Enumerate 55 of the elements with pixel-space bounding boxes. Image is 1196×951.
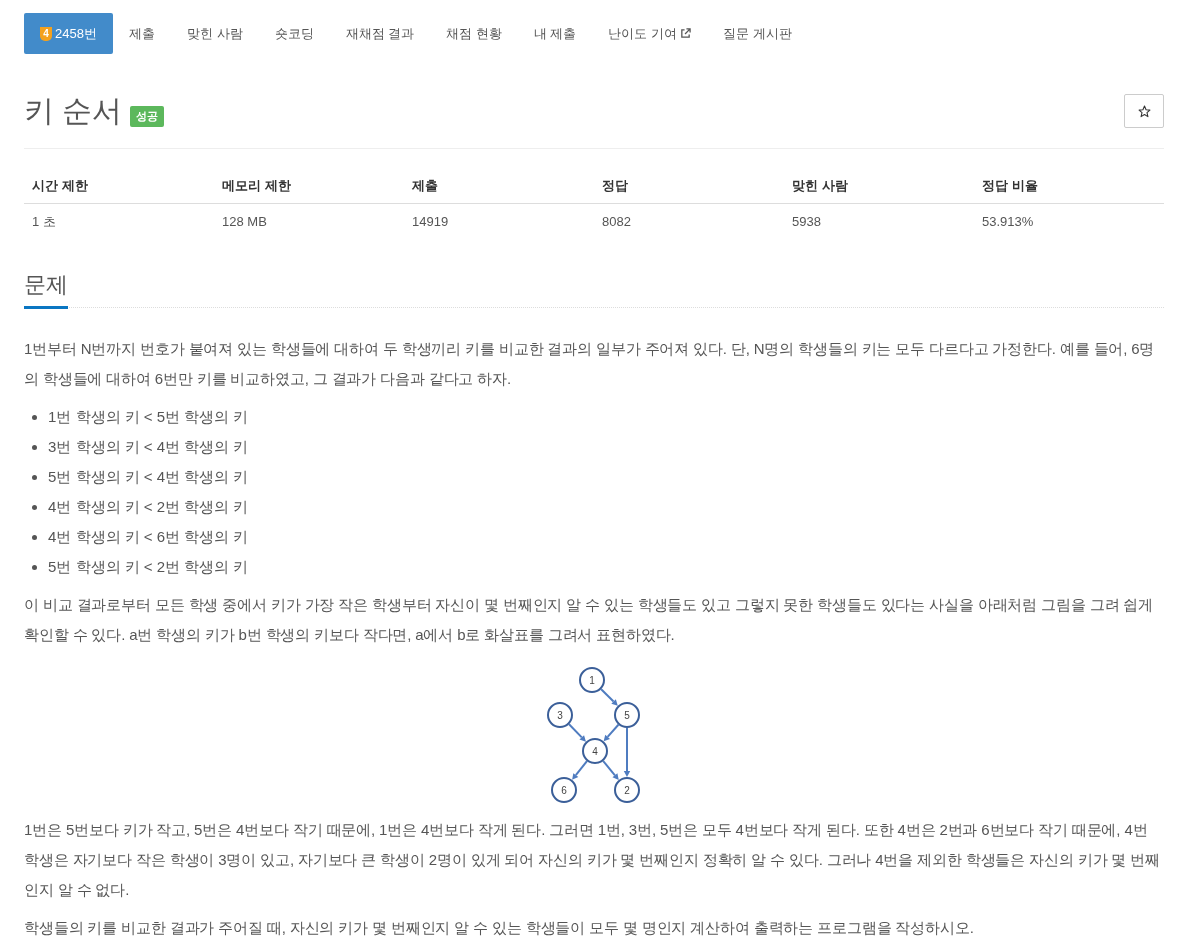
nav-tab[interactable]: 질문 게시판 (707, 13, 808, 54)
nav-tab[interactable]: 난이도 기여 (592, 13, 708, 54)
problem-paragraph: 이 비교 결과로부터 모든 학생 중에서 키가 가장 작은 학생부터 자신이 몇 번째인지 알 수 있는 학생들도 있고 그렇지 못한 학생들도 있다는 사실을 아래처럼 그림을 그려 쉽게 확인할 수 있다. a번 학생의 키가 b번 학생의 키보다 작다면, a에서 b로 화살표를 그려서 표현하였다. (24, 595, 1155, 645)
tier-badge: 4 (40, 26, 52, 41)
problem-title: 키 순서 (24, 93, 123, 129)
status-badge: 성공 (130, 106, 165, 127)
list-item: 5번 학생의 키 < 4번 학생의 키 (48, 466, 249, 487)
star-button[interactable] (1124, 94, 1164, 128)
bullet-icon (32, 474, 37, 480)
graph-node: 4 (582, 738, 608, 764)
graph-node: 3 (547, 702, 573, 728)
bullet-icon (32, 444, 37, 450)
graph-node: 6 (551, 777, 577, 803)
column-header: 맞힌 사람 (784, 168, 974, 203)
nav-tab[interactable]: 4 2458번 (24, 13, 113, 54)
graph-node: 1 (579, 667, 605, 693)
list-item: 4번 학생의 키 < 2번 학생의 키 (48, 496, 249, 517)
table-cell: 1 초 (24, 203, 214, 239)
nav-tab[interactable]: 숏코딩 (258, 13, 330, 54)
nav-tab[interactable]: 재채점 결과 (329, 13, 431, 54)
table-cell: 128 MB (214, 203, 404, 239)
column-header: 정답 (594, 168, 784, 203)
problem-paragraph: 학생들의 키를 비교한 결과가 주어질 때, 자신의 키가 몇 번째인지 알 수 있는 학생들이 모두 몇 명인지 계산하여 출력하는 프로그램을 작성하시오. (24, 918, 975, 938)
bullet-icon (32, 534, 37, 540)
arrow (600, 688, 618, 706)
section-title: 문제 (24, 270, 68, 309)
table-cell: 5938 (784, 203, 974, 239)
graph-node: 5 (614, 702, 640, 728)
nav-tab[interactable]: 내 제출 (517, 13, 593, 54)
problem-paragraph: 1번부터 N번까지 번호가 붙여져 있는 학생들에 대하여 두 학생끼리 키를 비교한 결과의 일부가 주어져 있다. 단, N명의 학생들의 키는 모두 다르다고 가정한다. 예를 들어, 6명의 학생들에 대하여 6번만 키를 비교하였고, 그 결과가 다음과 같다고 하자. (24, 339, 1156, 389)
problem-paragraph: 1번은 5번보다 키가 작고, 5번은 4번보다 작기 때문에, 1번은 4번보다 작게 된다. 그러면 1번, 3번, 5번은 모두 4번보다 작게 된다. 또한 4번은 2번과 6번보다 작기 때문에, 4번 학생은 자기보다 작은 학생이 3명이 있고, 자기보다 큰 학생이 2명이 있게 되어 자신의 키가 몇 번째인지 정확히 알 수 있다. 그러나 4번을 제외한 학생들은 자신의 키가 몇 번째인지 알 수 없다. (24, 820, 1162, 900)
column-header: 정답 비율 (974, 168, 1164, 203)
arrow (603, 723, 620, 742)
nav-tab[interactable]: 채점 현황 (430, 13, 518, 54)
bullet-icon (32, 564, 37, 570)
arrow (568, 723, 586, 742)
nav-tab[interactable]: 맞힌 사람 (170, 13, 259, 54)
arrow (602, 760, 619, 780)
arrow (623, 727, 631, 777)
external-link-icon (680, 28, 692, 39)
bullet-icon (32, 414, 37, 420)
graph-node: 2 (614, 777, 640, 803)
column-header: 제출 (404, 168, 594, 203)
column-header: 메모리 제한 (214, 168, 404, 203)
arrow (572, 760, 588, 780)
table-cell: 8082 (594, 203, 784, 239)
list-item: 3번 학생의 키 < 4번 학생의 키 (48, 436, 249, 457)
list-item: 4번 학생의 키 < 6번 학생의 키 (48, 526, 249, 547)
bullet-icon (32, 504, 37, 510)
list-item: 5번 학생의 키 < 2번 학생의 키 (48, 556, 249, 577)
list-item: 1번 학생의 키 < 5번 학생의 키 (48, 406, 249, 427)
column-header: 시간 제한 (24, 168, 214, 203)
nav-tab[interactable]: 제출 (112, 13, 171, 54)
table-cell: 14919 (404, 203, 594, 239)
table-cell: 53.913% (974, 203, 1164, 239)
